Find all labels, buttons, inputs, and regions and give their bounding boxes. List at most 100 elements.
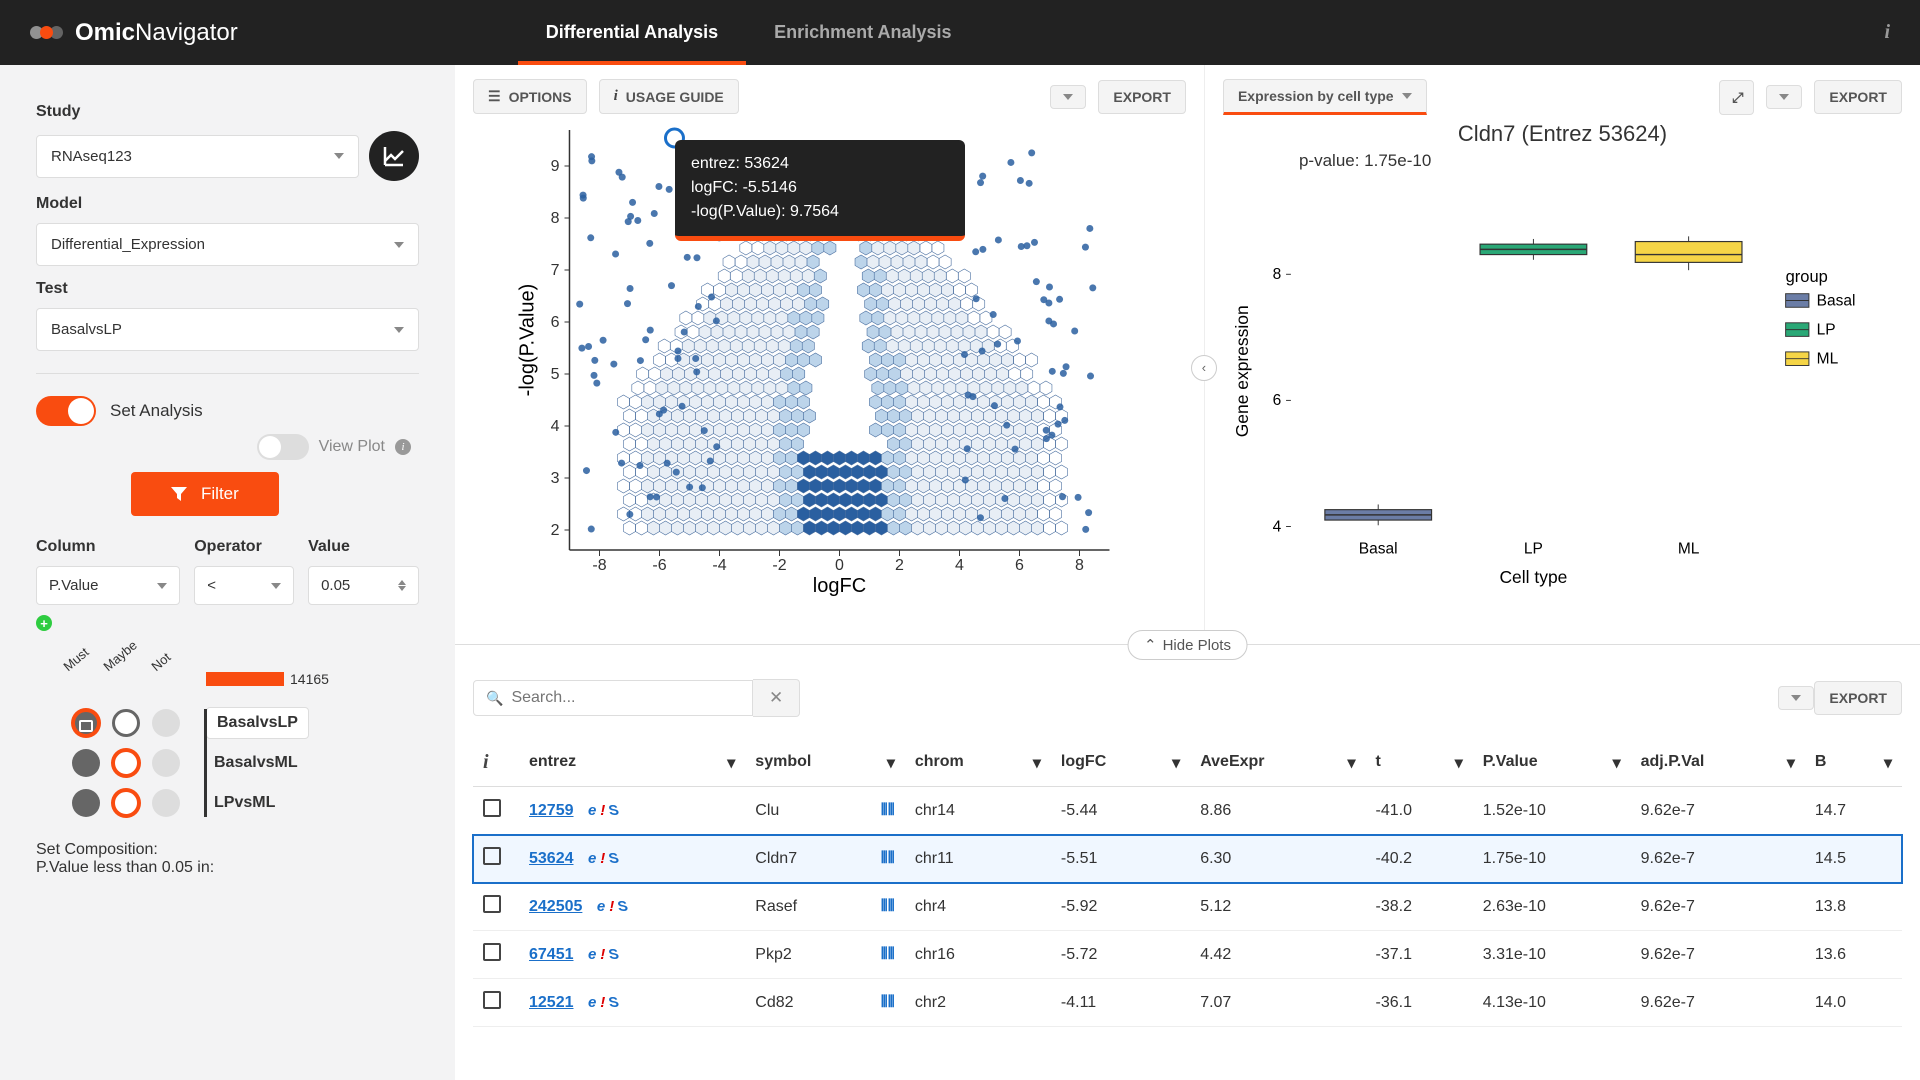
entrez-link[interactable]: 242505 — [529, 898, 582, 915]
venn-row2-not[interactable] — [152, 789, 180, 817]
row-checkbox[interactable] — [483, 991, 501, 1009]
filter-aveexpr[interactable]: ▾ — [1348, 753, 1356, 773]
filter-t[interactable]: ▾ — [1455, 753, 1463, 773]
volcano-export-menu[interactable] — [1050, 85, 1086, 109]
collapse-right-panel[interactable]: ‹ — [1191, 355, 1217, 381]
filter-symbol[interactable]: ▾ — [887, 753, 895, 773]
venn-row2-must[interactable] — [72, 789, 100, 817]
table-export-menu[interactable] — [1778, 686, 1814, 710]
db-icon[interactable]: ⦀⦀ — [881, 946, 895, 964]
svg-text:3: 3 — [551, 470, 560, 487]
table-row[interactable]: 12521 e! Ƨ Cd82 ⦀⦀ chr2-4.117.07-36.14.1… — [473, 979, 1902, 1027]
study-select[interactable]: RNAseq123 — [36, 135, 359, 178]
filter-entrez[interactable]: ▾ — [727, 753, 735, 773]
info-column-icon[interactable]: i — [483, 751, 489, 773]
ensembl-icon[interactable]: e — [588, 802, 596, 819]
column-label: Column — [36, 538, 180, 556]
ensembl-icon[interactable]: e — [588, 850, 596, 867]
external-icon[interactable]: ! — [600, 994, 605, 1011]
ensembl-icon[interactable]: e — [597, 898, 605, 915]
ensembl-icon[interactable]: e — [588, 946, 596, 963]
row-checkbox[interactable] — [483, 943, 501, 961]
tab-differential-analysis[interactable]: Differential Analysis — [518, 4, 746, 65]
set-analysis-toggle[interactable] — [36, 396, 96, 426]
row-checkbox[interactable] — [483, 799, 501, 817]
filter-b[interactable]: ▾ — [1884, 753, 1892, 773]
boxplot-subtitle: p-value: 1.75e-10 — [1299, 151, 1902, 171]
search-input[interactable] — [511, 689, 740, 707]
info-icon[interactable]: i — [1884, 21, 1890, 44]
table-row[interactable]: 242505 e! Ƨ Rasef ⦀⦀ chr4-5.925.12-38.22… — [473, 883, 1902, 931]
link-icon[interactable]: Ƨ — [609, 850, 619, 867]
row-checkbox[interactable] — [483, 847, 501, 865]
add-filter-button[interactable]: + — [36, 615, 52, 631]
link-icon[interactable]: Ƨ — [609, 994, 619, 1011]
link-icon[interactable]: Ƨ — [618, 898, 628, 915]
plot-type-select[interactable]: Expression by cell type — [1223, 79, 1427, 115]
search-icon: 🔍 — [486, 690, 503, 707]
filter-adjpval[interactable]: ▾ — [1787, 753, 1795, 773]
table-row[interactable]: 12759 e! Ƨ Clu ⦀⦀ chr14-5.448.86-41.01.5… — [473, 787, 1902, 835]
svg-text:6: 6 — [551, 314, 560, 331]
external-icon[interactable]: ! — [609, 898, 614, 915]
clear-search-button[interactable]: ✕ — [753, 679, 800, 717]
svg-text:4: 4 — [955, 557, 964, 574]
svg-text:Cell type: Cell type — [1499, 567, 1567, 587]
svg-text:-6: -6 — [652, 557, 666, 574]
column-select[interactable]: P.Value — [36, 566, 180, 605]
link-icon[interactable]: Ƨ — [609, 946, 619, 963]
study-plot-button[interactable] — [369, 131, 419, 181]
hide-plots-button[interactable]: ⌃Hide Plots — [1127, 630, 1248, 660]
row-checkbox[interactable] — [483, 895, 501, 913]
tab-enrichment-analysis[interactable]: Enrichment Analysis — [746, 4, 979, 65]
venn-not-header: Not — [148, 650, 173, 674]
test-select[interactable]: BasalvsLP — [36, 308, 419, 351]
external-icon[interactable]: ! — [600, 850, 605, 867]
svg-text:-8: -8 — [592, 557, 606, 574]
venn-row0-not[interactable] — [152, 709, 180, 737]
entrez-link[interactable]: 12759 — [529, 802, 574, 819]
filter-pvalue[interactable]: ▾ — [1613, 753, 1621, 773]
table-export-button[interactable]: EXPORT — [1814, 681, 1902, 715]
db-icon[interactable]: ⦀⦀ — [881, 850, 895, 868]
boxplot[interactable]: Gene expression 468 BasalLPML Cell type … — [1223, 171, 1902, 591]
db-icon[interactable]: ⦀⦀ — [881, 898, 895, 916]
model-select[interactable]: Differential_Expression — [36, 223, 419, 266]
filter-logfc[interactable]: ▾ — [1172, 753, 1180, 773]
ensembl-icon[interactable]: e — [588, 994, 596, 1011]
venn-row0-maybe[interactable] — [112, 709, 140, 737]
table-row[interactable]: 67451 e! Ƨ Pkp2 ⦀⦀ chr16-5.724.42-37.13.… — [473, 931, 1902, 979]
svg-text:0: 0 — [835, 557, 844, 574]
boxplot-export-button[interactable]: EXPORT — [1814, 80, 1902, 114]
boxplot-panel: ‹ Expression by cell type ⤢ EXPORT Cldn7… — [1205, 65, 1920, 644]
operator-select[interactable]: < — [194, 566, 294, 605]
options-button[interactable]: ☰OPTIONS — [473, 79, 587, 114]
link-icon[interactable]: Ƨ — [609, 802, 619, 819]
main-area: ☰OPTIONS iUSAGE GUIDE EXPORT entrez: 536… — [455, 65, 1920, 1080]
entrez-link[interactable]: 53624 — [529, 850, 574, 867]
venn-row1-not[interactable] — [152, 749, 180, 777]
view-plot-toggle[interactable] — [257, 434, 309, 460]
entrez-link[interactable]: 12521 — [529, 994, 574, 1011]
db-icon[interactable]: ⦀⦀ — [881, 802, 895, 820]
external-icon[interactable]: ! — [600, 946, 605, 963]
volcano-export-button[interactable]: EXPORT — [1098, 80, 1186, 114]
svg-text:8: 8 — [551, 210, 560, 227]
venn-row1-must[interactable] — [72, 749, 100, 777]
svg-text:2: 2 — [551, 522, 560, 539]
filter-chrom[interactable]: ▾ — [1033, 753, 1041, 773]
table-row[interactable]: 53624 e! Ƨ Cldn7 ⦀⦀ chr11-5.516.30-40.21… — [473, 835, 1902, 883]
external-icon[interactable]: ! — [600, 802, 605, 819]
value-input[interactable]: 0.05 — [308, 566, 419, 605]
venn-row2-maybe[interactable] — [112, 789, 140, 817]
view-plot-info-icon[interactable]: i — [395, 439, 411, 455]
filter-button[interactable]: Filter — [131, 472, 279, 516]
db-icon[interactable]: ⦀⦀ — [881, 994, 895, 1012]
venn-row1-maybe[interactable] — [112, 749, 140, 777]
venn-row0-must[interactable] — [72, 709, 100, 737]
sidebar: Study RNAseq123 Model Differential_Expre… — [0, 65, 455, 1080]
usage-guide-button[interactable]: iUSAGE GUIDE — [599, 79, 739, 114]
boxplot-export-menu[interactable] — [1766, 85, 1802, 109]
entrez-link[interactable]: 67451 — [529, 946, 574, 963]
expand-plot-button[interactable]: ⤢ — [1719, 80, 1754, 115]
